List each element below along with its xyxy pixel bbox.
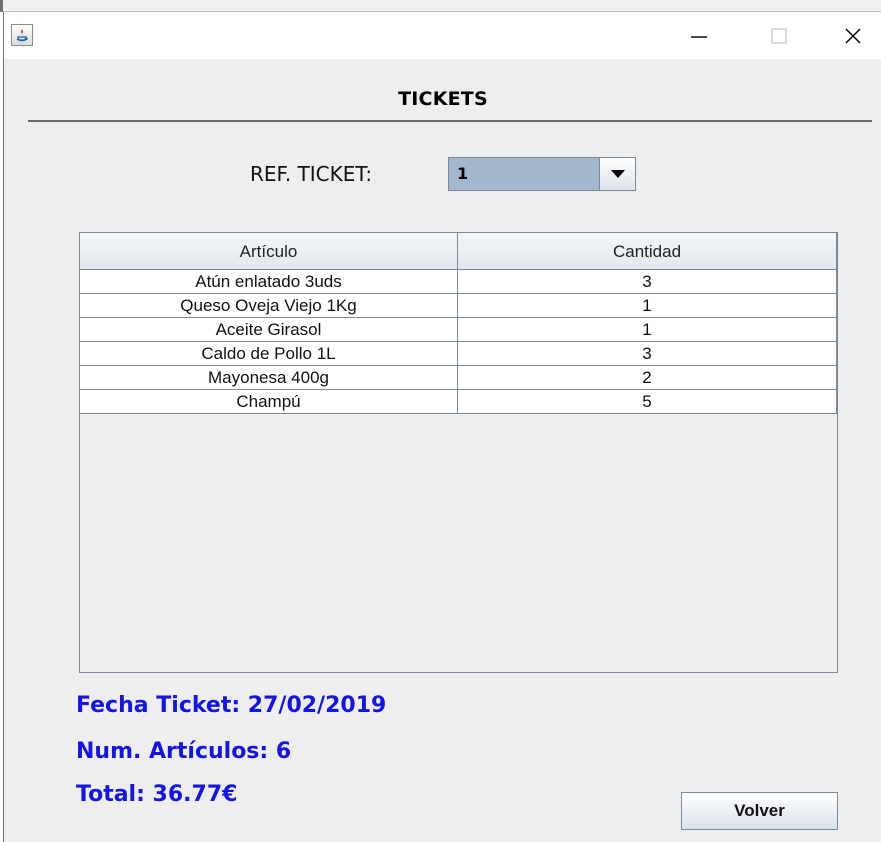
table-body: Atún enlatado 3uds 3 Queso Oveja Viejo 1… bbox=[80, 270, 837, 414]
close-button[interactable] bbox=[824, 12, 881, 59]
volver-button[interactable]: Volver bbox=[681, 792, 838, 830]
cell-articulo: Mayonesa 400g bbox=[80, 366, 458, 389]
column-header-cantidad[interactable]: Cantidad bbox=[458, 233, 837, 270]
cell-articulo: Atún enlatado 3uds bbox=[80, 270, 458, 293]
cell-cantidad: 1 bbox=[458, 294, 837, 317]
minimize-button[interactable] bbox=[670, 12, 728, 59]
combo-dropdown-button[interactable] bbox=[599, 158, 635, 190]
java-icon[interactable] bbox=[11, 24, 33, 46]
cell-cantidad: 5 bbox=[458, 390, 837, 413]
cell-cantidad: 3 bbox=[458, 270, 837, 293]
ticket-items-table[interactable]: Artículo Cantidad Atún enlatado 3uds 3 Q… bbox=[79, 232, 838, 673]
table-row[interactable]: Mayonesa 400g 2 bbox=[80, 366, 837, 390]
cell-articulo: Aceite Girasol bbox=[80, 318, 458, 341]
ref-ticket-selected-value: 1 bbox=[457, 164, 469, 183]
title-divider bbox=[28, 120, 872, 122]
cell-cantidad: 3 bbox=[458, 342, 837, 365]
cell-articulo: Queso Oveja Viejo 1Kg bbox=[80, 294, 458, 317]
column-header-articulo[interactable]: Artículo bbox=[80, 233, 458, 270]
table-header: Artículo Cantidad bbox=[80, 233, 837, 270]
title-bar[interactable] bbox=[4, 12, 881, 59]
chevron-down-icon bbox=[610, 170, 625, 178]
table-row[interactable]: Champú 5 bbox=[80, 390, 837, 414]
table-row[interactable]: Queso Oveja Viejo 1Kg 1 bbox=[80, 294, 837, 318]
cell-cantidad: 1 bbox=[458, 318, 837, 341]
table-row[interactable]: Aceite Girasol 1 bbox=[80, 318, 837, 342]
table-row[interactable]: Atún enlatado 3uds 3 bbox=[80, 270, 837, 294]
background-window-edge bbox=[0, 0, 881, 12]
tickets-window: TICKETS REF. TICKET: 1 Artículo Cantidad… bbox=[3, 12, 881, 842]
total-label: Total: 36.77€ bbox=[76, 782, 238, 807]
maximize-icon bbox=[771, 27, 787, 44]
maximize-button[interactable] bbox=[750, 12, 808, 59]
cell-cantidad: 2 bbox=[458, 366, 837, 389]
page-title: TICKETS bbox=[398, 88, 488, 110]
ref-ticket-label: REF. TICKET: bbox=[250, 162, 373, 186]
minimize-icon bbox=[691, 35, 707, 38]
table-row[interactable]: Caldo de Pollo 1L 3 bbox=[80, 342, 837, 366]
cell-articulo: Champú bbox=[80, 390, 458, 413]
fecha-ticket-label: Fecha Ticket: 27/02/2019 bbox=[76, 693, 387, 718]
close-icon bbox=[845, 28, 861, 43]
ref-ticket-combobox[interactable]: 1 bbox=[448, 157, 636, 191]
num-articulos-label: Num. Artículos: 6 bbox=[76, 739, 292, 764]
cell-articulo: Caldo de Pollo 1L bbox=[80, 342, 458, 365]
